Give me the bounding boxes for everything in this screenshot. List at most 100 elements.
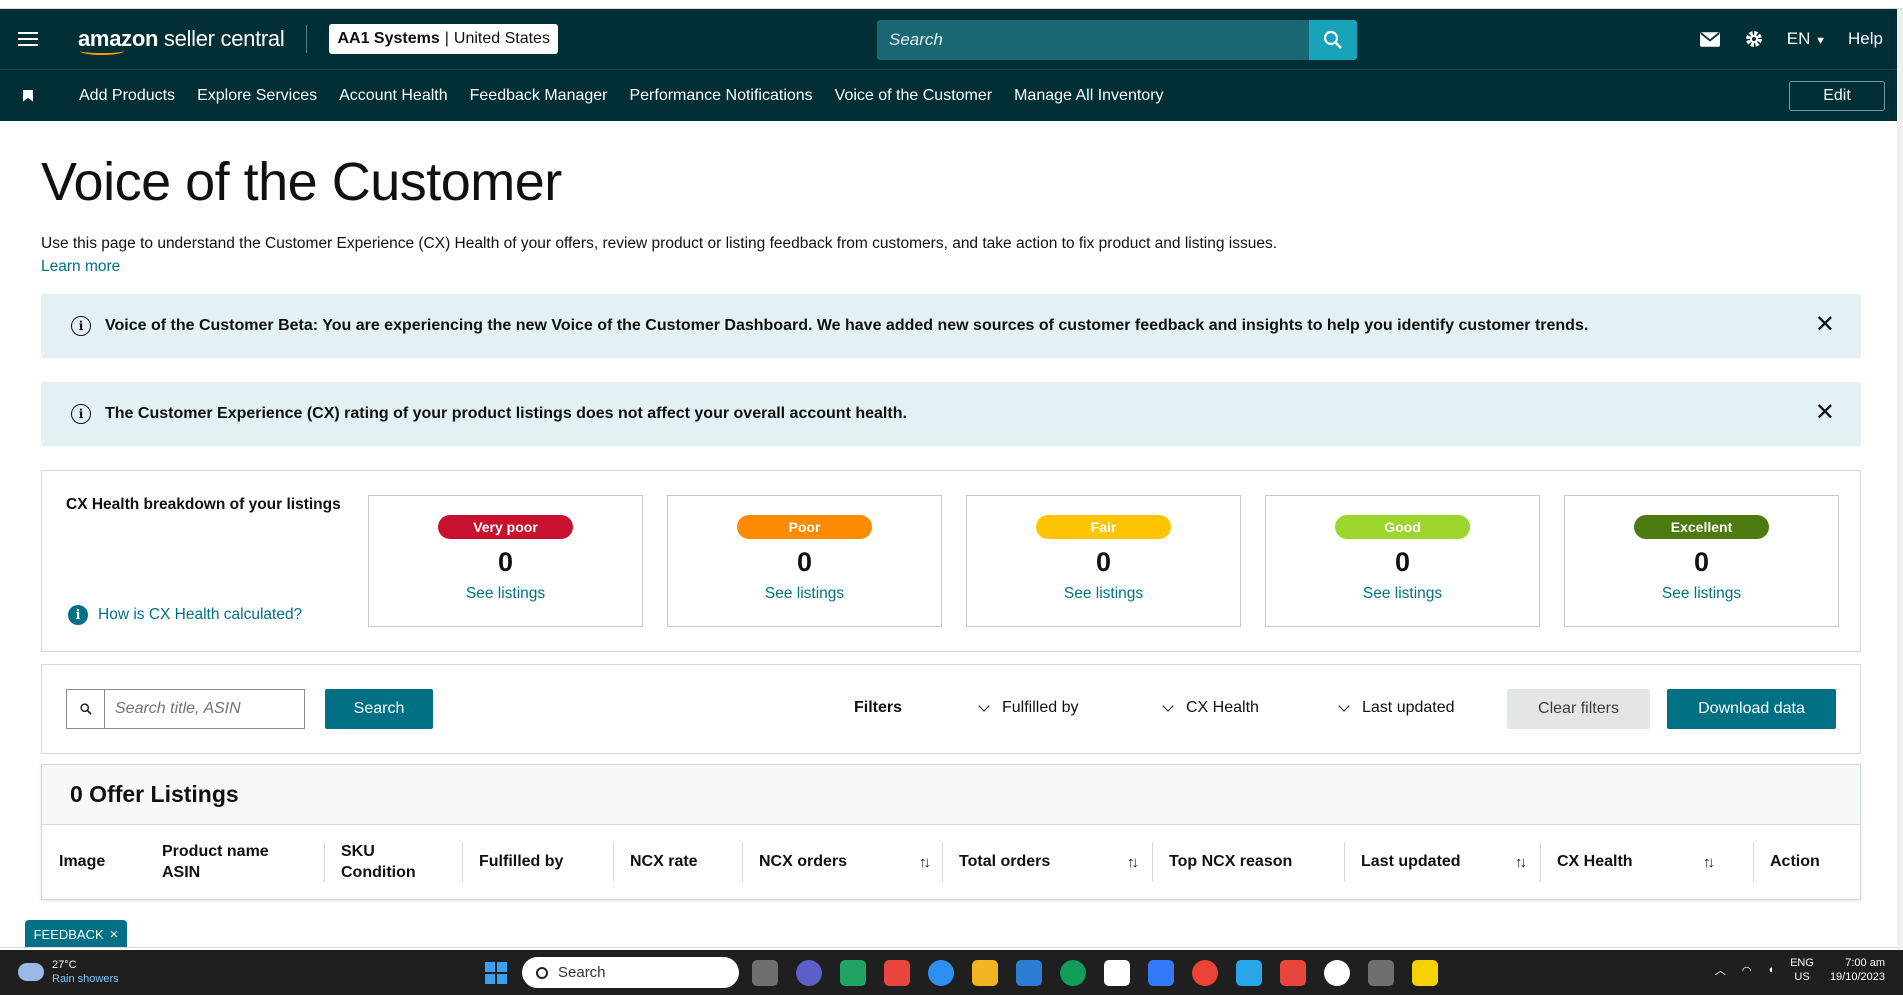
nav-feedback-manager[interactable]: Feedback Manager (470, 87, 608, 105)
nav-manage-all-inventory[interactable]: Manage All Inventory (1014, 87, 1163, 105)
col-total-orders[interactable]: Total orders ↑↓ (942, 842, 1152, 882)
nav-voice-of-the-customer[interactable]: Voice of the Customer (835, 87, 992, 105)
windows-start-icon[interactable] (485, 962, 507, 984)
taskbar-app-icon[interactable] (1412, 960, 1438, 986)
taskbar-app-icon[interactable] (884, 960, 910, 986)
help-link[interactable]: Help (1848, 29, 1883, 49)
speaker-icon[interactable]: ◖ (1767, 964, 1774, 976)
main-content: Voice of the Customer Use this page to u… (41, 121, 1861, 900)
nav-explore-services[interactable]: Explore Services (197, 87, 317, 105)
last-updated-dropdown[interactable]: Last updated (1338, 699, 1455, 717)
chevron-up-icon[interactable]: ︿ (1715, 962, 1726, 978)
listing-search-input[interactable]: Search title, ASIN (105, 690, 304, 728)
weather-widget[interactable]: 27°C Rain showers (18, 958, 119, 986)
see-listings-link[interactable]: See listings (1363, 585, 1442, 603)
chevron-down-icon (1338, 699, 1350, 712)
weather-temp: 27°C (52, 959, 77, 971)
hamburger-menu-icon[interactable] (0, 9, 56, 69)
taskbar-app-icon[interactable] (1192, 960, 1218, 986)
bookmark-icon[interactable] (0, 89, 56, 102)
weather-text: Rain showers (52, 973, 119, 985)
pinned-apps (752, 960, 1438, 986)
taskbar-app-icon[interactable] (1060, 960, 1086, 986)
system-clock[interactable]: 7:00 am 19/10/2023 (1830, 956, 1885, 984)
edit-bookmarks-button[interactable]: Edit (1789, 81, 1885, 111)
top-navigation-bar: amazon seller central AA1 Systems | Unit… (0, 9, 1903, 69)
mail-icon[interactable] (1699, 28, 1721, 50)
taskbar-app-icon[interactable] (1280, 960, 1306, 986)
table-header-row: Image Product name ASIN SKU Condition Fulf… (42, 825, 1860, 899)
seller-central-logo[interactable]: amazon seller central (78, 19, 285, 59)
cx-health-dropdown-label: CX Health (1186, 699, 1259, 716)
lang-bottom: US (1794, 971, 1810, 983)
global-search-button[interactable] (1309, 20, 1357, 60)
global-search: Search (877, 20, 1357, 60)
see-listings-link[interactable]: See listings (466, 585, 545, 603)
see-listings-link[interactable]: See listings (765, 585, 844, 603)
col-sku-label: SKU (341, 843, 375, 860)
gear-icon[interactable] (1743, 28, 1765, 50)
clock-time: 7:00 am (1845, 957, 1885, 969)
search-icon (67, 690, 105, 728)
close-icon[interactable]: ✕ (1815, 313, 1835, 337)
cx-rating-alert: i The Customer Experience (CX) rating of… (41, 382, 1861, 446)
col-condition-label: Condition (341, 864, 416, 881)
taskbar-app-icon[interactable] (1236, 960, 1262, 986)
taskbar-app-icon[interactable] (840, 960, 866, 986)
see-listings-link[interactable]: See listings (1662, 585, 1741, 603)
nav-account-health[interactable]: Account Health (339, 87, 448, 105)
learn-more-link[interactable]: Learn more (41, 258, 120, 276)
sort-icon[interactable]: ↑↓ (919, 854, 931, 871)
clear-filters-button[interactable]: Clear filters (1507, 689, 1650, 729)
cx-health-help-link[interactable]: i How is CX Health calculated? (68, 605, 302, 625)
lang-top: ENG (1790, 957, 1814, 969)
taskbar-app-icon[interactable] (1148, 960, 1174, 986)
taskbar-app-icon[interactable] (972, 960, 998, 986)
cx-rating-alert-text: The Customer Experience (CX) rating of y… (105, 405, 907, 422)
wifi-icon[interactable]: ◠ (1742, 964, 1752, 977)
download-data-button[interactable]: Download data (1667, 689, 1836, 729)
col-action: Action (1753, 842, 1820, 882)
taskbar-app-icon[interactable] (1324, 960, 1350, 986)
sort-icon[interactable]: ↑↓ (1515, 854, 1527, 871)
nav-add-products[interactable]: Add Products (79, 87, 175, 105)
close-icon[interactable]: ✕ (1815, 401, 1835, 425)
last-updated-dropdown-label: Last updated (1362, 699, 1455, 716)
cx-count: 0 (1095, 547, 1112, 577)
taskbar-app-icon[interactable] (1016, 960, 1042, 986)
taskbar-app-icon[interactable] (752, 960, 778, 986)
filters-label: Filters (854, 699, 903, 716)
cx-count: 0 (1394, 547, 1411, 577)
bookmark-navigation-bar: Add Products Explore Services Account He… (0, 69, 1903, 121)
cx-health-dropdown[interactable]: CX Health (1162, 699, 1259, 717)
page-scrollbar[interactable] (1897, 9, 1903, 989)
taskbar-app-icon[interactable] (1104, 960, 1130, 986)
sort-icon[interactable]: ↑↓ (1127, 854, 1139, 871)
account-name: AA1 Systems (337, 30, 440, 47)
col-cx-health[interactable]: CX Health ↑↓ (1540, 842, 1730, 882)
listing-search-button[interactable]: Search (325, 689, 433, 729)
account-switcher[interactable]: AA1 Systems | United States (329, 24, 558, 54)
taskbar-app-icon[interactable] (1368, 960, 1394, 986)
col-image: Image (59, 853, 106, 870)
sort-icon[interactable]: ↑↓ (1703, 854, 1715, 871)
input-language[interactable]: ENG US (1790, 956, 1814, 984)
col-cx-health-label: CX Health (1557, 853, 1633, 870)
close-icon[interactable]: × (110, 926, 119, 943)
fulfilled-by-dropdown[interactable]: Fulfilled by (978, 699, 1078, 717)
nav-performance-notifications[interactable]: Performance Notifications (629, 87, 812, 105)
cx-card-excellent: Excellent 0 See listings (1564, 495, 1839, 627)
col-ncx-orders[interactable]: NCX orders ↑↓ (742, 842, 942, 882)
col-last-updated[interactable]: Last updated ↑↓ (1344, 842, 1540, 882)
cx-health-panel: CX Health breakdown of your listings i H… (41, 470, 1861, 652)
language-selector[interactable]: EN ▼ (1787, 29, 1826, 49)
see-listings-link[interactable]: See listings (1064, 585, 1143, 603)
windows-taskbar: 27°C Rain showers Search ︿ ◠ ◖ ENG US 7:… (0, 950, 1903, 995)
col-sku: SKU Condition (324, 842, 416, 882)
taskbar-app-icon[interactable] (928, 960, 954, 986)
taskbar-app-icon[interactable] (796, 960, 822, 986)
taskbar-search[interactable]: Search (522, 957, 739, 988)
global-search-input[interactable]: Search (877, 20, 1309, 60)
listing-search: Search title, ASIN (66, 689, 305, 729)
feedback-tab[interactable]: FEEDBACK × (25, 920, 127, 948)
